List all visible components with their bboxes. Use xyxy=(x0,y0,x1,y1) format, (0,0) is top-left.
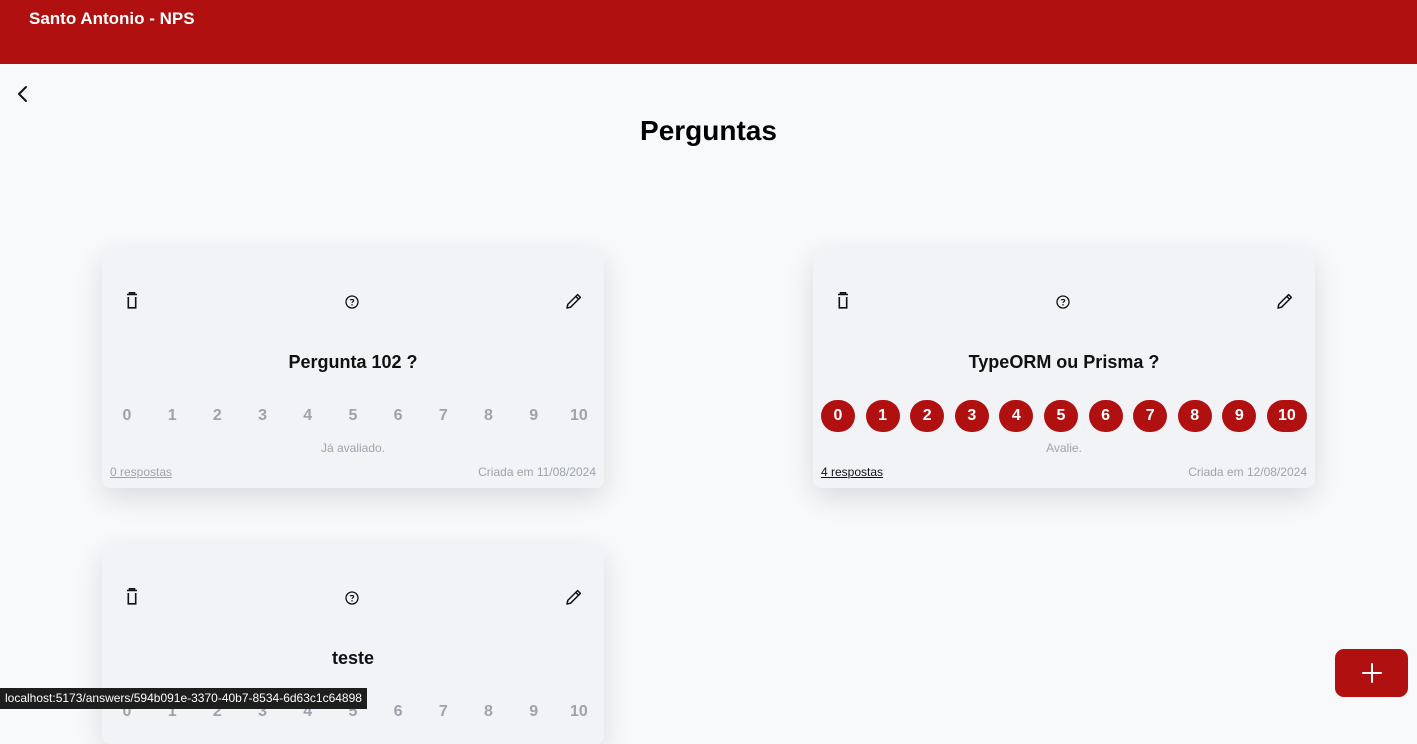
rating-option: 10 xyxy=(569,703,588,720)
rating-option: 6 xyxy=(393,703,403,720)
rating-button[interactable]: 7 xyxy=(1133,400,1168,432)
add-question-button[interactable] xyxy=(1335,649,1408,697)
edit-button[interactable] xyxy=(563,586,585,608)
link-status-tooltip: localhost:5173/answers/594b091e-3370-40b… xyxy=(0,688,367,709)
rating-option: 10 xyxy=(569,407,588,424)
question-card: Pergunta 102 ? 0 1 2 3 4 5 6 7 8 9 10 Já… xyxy=(102,248,604,488)
trash-icon xyxy=(838,292,848,309)
created-date: Criada em 12/08/2024 xyxy=(1188,465,1307,479)
rating-button[interactable]: 2 xyxy=(910,400,945,432)
edit-button[interactable] xyxy=(563,290,585,312)
question-title: TypeORM ou Prisma ? xyxy=(968,352,1160,372)
rating-option: 0 xyxy=(122,407,132,424)
edit-button[interactable] xyxy=(1274,290,1296,312)
rating-scale: 0 1 2 3 4 5 6 7 8 9 10 xyxy=(110,400,596,432)
rating-button[interactable]: 6 xyxy=(1088,400,1123,432)
rating-button[interactable]: 0 xyxy=(821,400,855,432)
chevron-left-icon xyxy=(18,86,27,102)
rating-option: 8 xyxy=(484,407,493,424)
rating-button[interactable]: 9 xyxy=(1222,400,1257,432)
help-circle-icon xyxy=(345,295,359,309)
app-title: Santo Antonio - NPS xyxy=(29,9,195,28)
rating-button[interactable]: 1 xyxy=(865,400,900,432)
pencil-icon xyxy=(1277,293,1293,309)
rating-status: Avalie. xyxy=(1046,441,1082,455)
help-circle-icon xyxy=(345,591,359,605)
help-circle-icon xyxy=(1056,295,1070,309)
rating-button[interactable]: 10 xyxy=(1266,400,1307,432)
trash-icon xyxy=(127,588,137,605)
question-title: teste xyxy=(331,648,375,668)
help-button[interactable] xyxy=(1052,291,1074,313)
page-title: Perguntas xyxy=(640,115,777,146)
rating-option: 4 xyxy=(303,407,313,424)
back-button[interactable] xyxy=(12,82,34,106)
rating-button[interactable]: 4 xyxy=(999,400,1034,432)
question-title: Pergunta 102 ? xyxy=(288,352,418,372)
rating-scale: 0 1 2 3 4 5 6 7 8 9 10 xyxy=(821,400,1307,432)
delete-button[interactable] xyxy=(832,290,854,312)
rating-button[interactable]: 3 xyxy=(954,400,989,432)
pencil-icon xyxy=(566,293,582,309)
rating-status: Já avaliado. xyxy=(320,441,386,455)
rating-option: 2 xyxy=(212,407,222,424)
rating-option: 6 xyxy=(393,407,403,424)
help-button[interactable] xyxy=(341,587,363,609)
help-button[interactable] xyxy=(341,291,363,313)
responses-link[interactable]: 4 respostas xyxy=(821,465,883,479)
created-date: Criada em 11/08/2024 xyxy=(478,465,596,479)
rating-option: 7 xyxy=(438,703,448,720)
delete-button[interactable] xyxy=(121,290,143,312)
app-header: Santo Antonio - NPS xyxy=(0,0,1417,64)
rating-option: 1 xyxy=(167,407,177,424)
delete-button[interactable] xyxy=(121,586,143,608)
rating-option: 8 xyxy=(484,703,493,720)
trash-icon xyxy=(127,292,137,309)
rating-option: 9 xyxy=(529,407,539,424)
rating-option: 7 xyxy=(438,407,448,424)
question-card: teste 0 1 2 3 4 5 6 7 8 9 10 xyxy=(102,544,604,744)
rating-option: 3 xyxy=(258,407,268,424)
rating-button[interactable]: 5 xyxy=(1043,400,1078,432)
rating-option: 9 xyxy=(529,703,539,720)
question-card: TypeORM ou Prisma ? 0 1 2 3 4 5 6 7 8 9 … xyxy=(813,248,1315,488)
rating-option: 5 xyxy=(348,407,358,424)
pencil-icon xyxy=(566,589,582,605)
responses-link[interactable]: 0 respostas xyxy=(110,465,172,479)
rating-button[interactable]: 8 xyxy=(1177,400,1212,432)
plus-icon xyxy=(1361,663,1382,683)
